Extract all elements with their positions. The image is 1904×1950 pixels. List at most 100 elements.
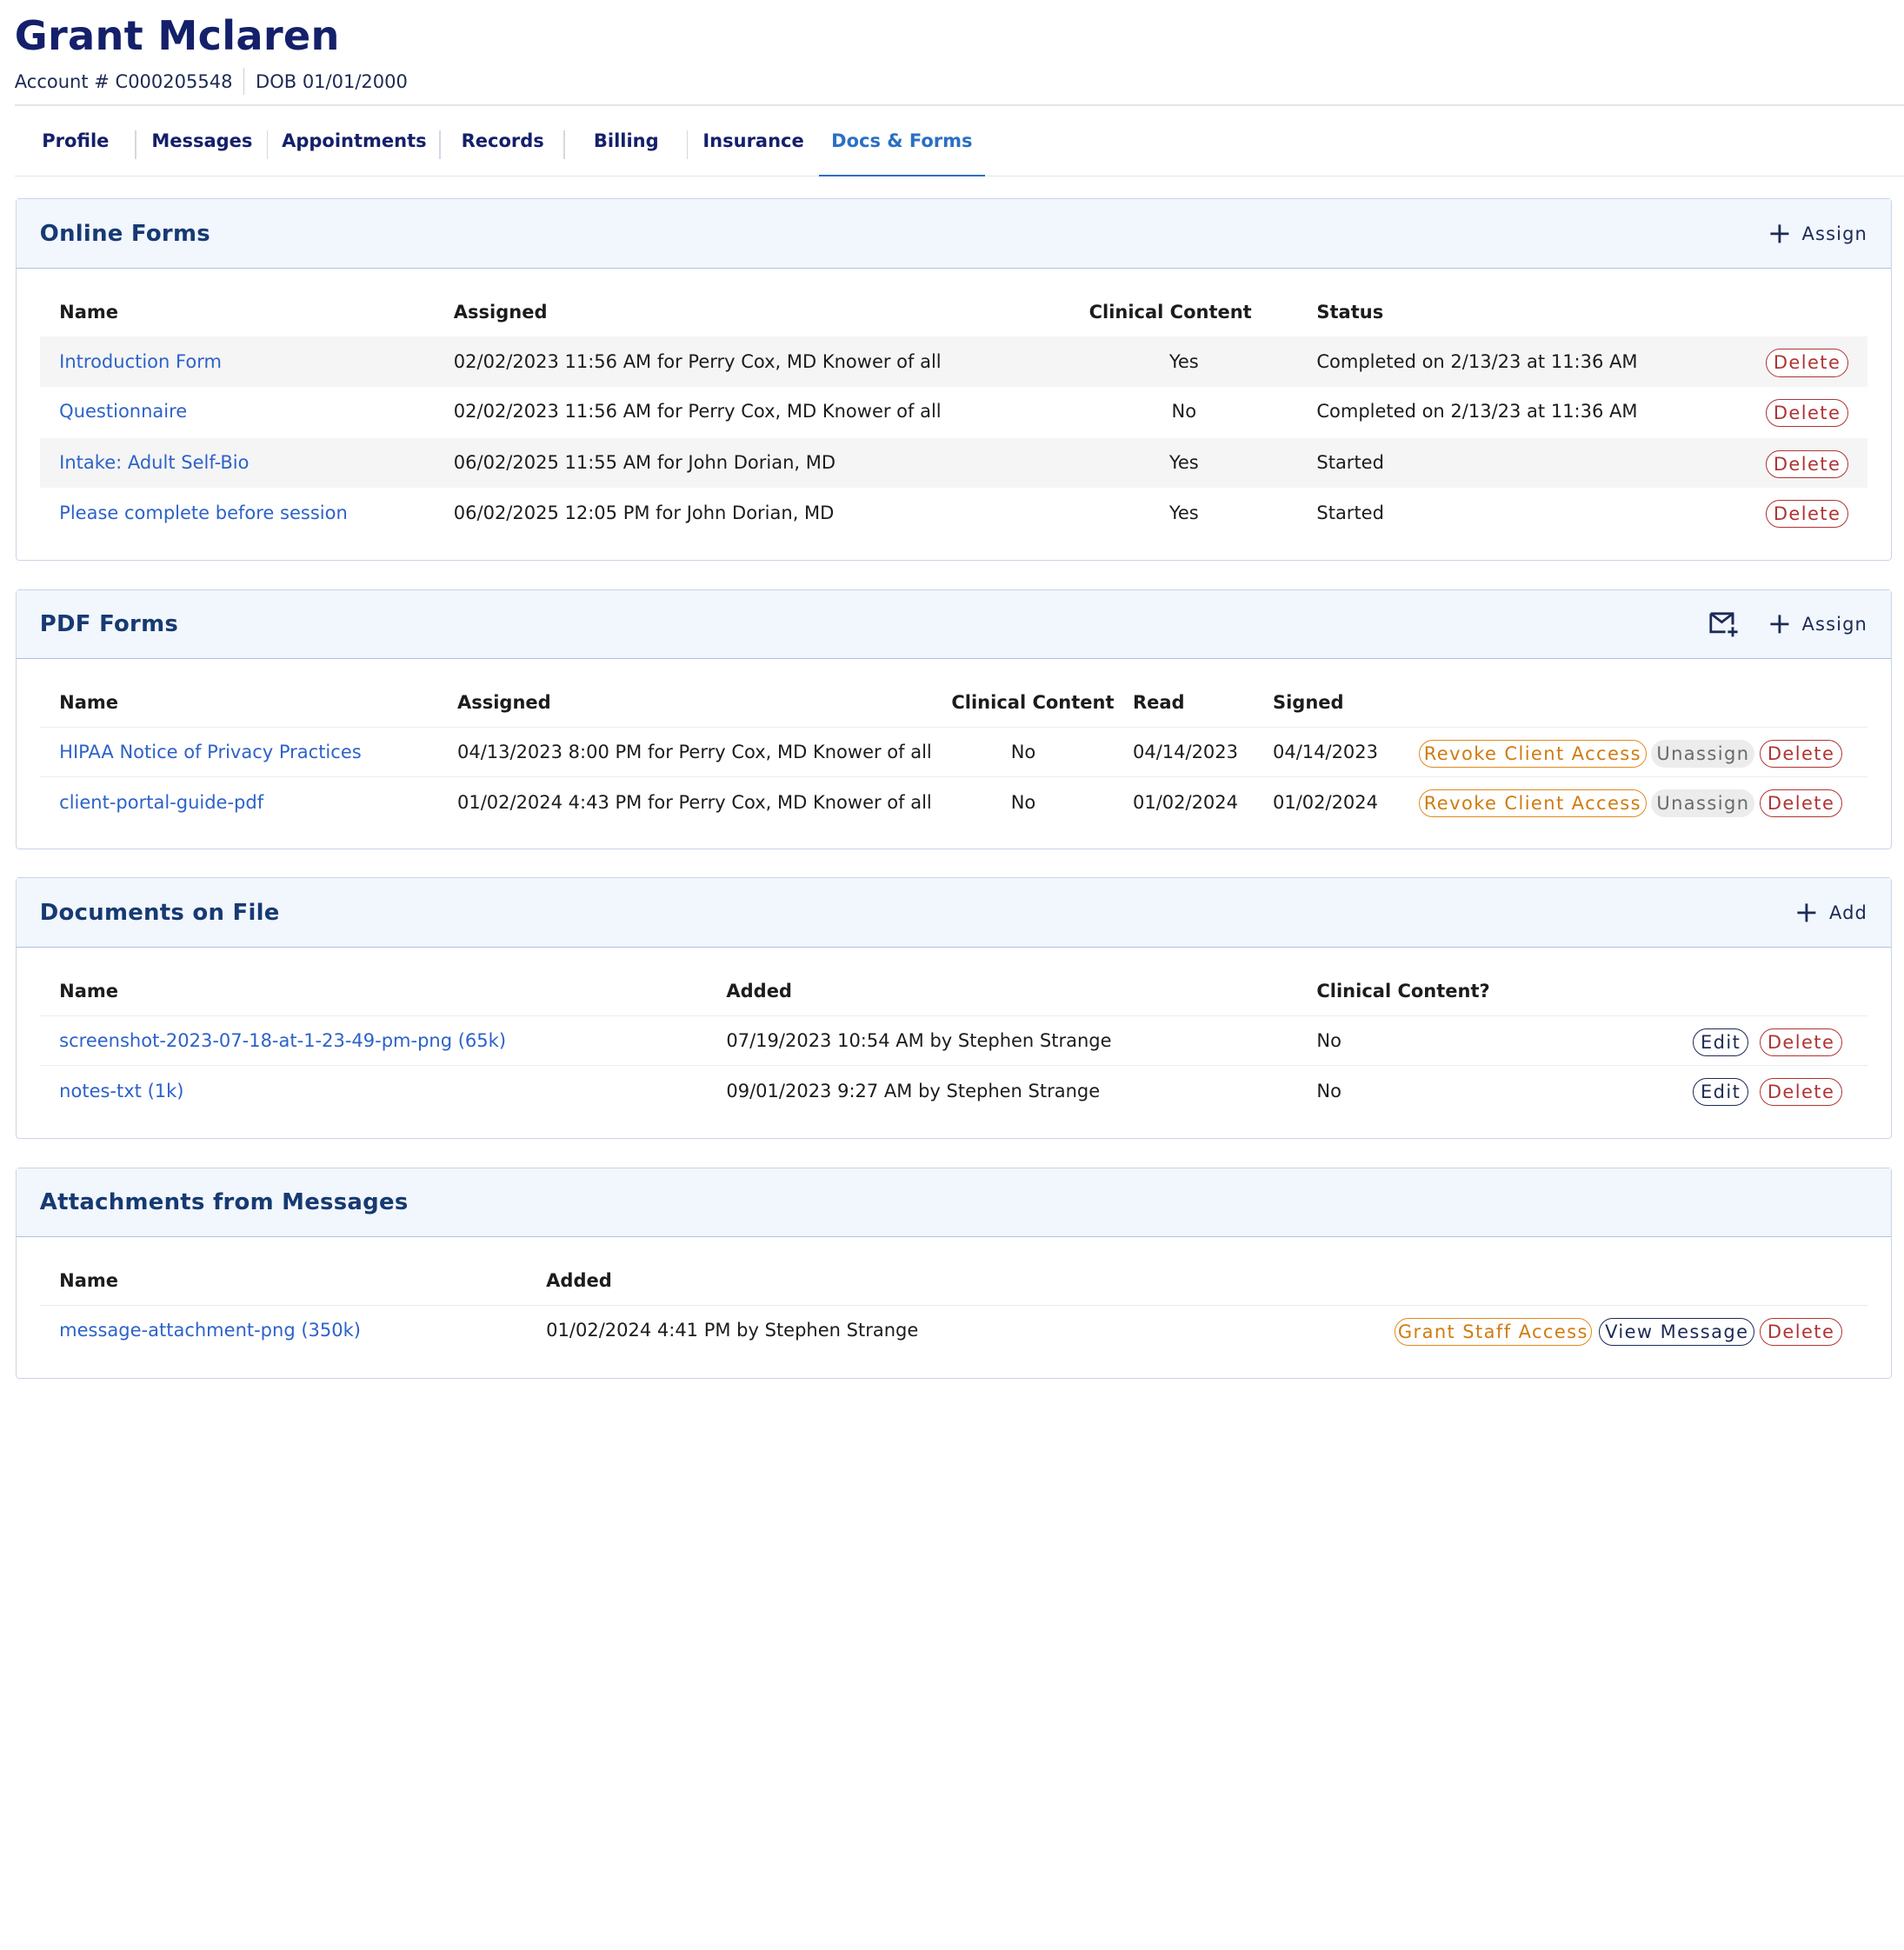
attachments-panel: Attachments from Messages Name Added mes…	[16, 1167, 1892, 1380]
added-cell: 07/19/2023 10:54 AM by Stephen Strange	[726, 1030, 1112, 1052]
col-clinical-content: Clinical Content?	[1316, 980, 1490, 1002]
col-added: Added	[546, 1270, 612, 1292]
edit-button[interactable]: Edit	[1692, 1028, 1749, 1056]
form-name-link[interactable]: client-portal-guide-pdf	[59, 777, 263, 827]
status-cell: Started	[1316, 502, 1384, 523]
plus-icon	[1770, 224, 1789, 243]
delete-button[interactable]: Delete	[1765, 449, 1849, 478]
tab-messages[interactable]: Messages	[136, 106, 268, 176]
tab-appointments[interactable]: Appointments	[268, 106, 441, 176]
col-name: Name	[59, 301, 119, 323]
document-name-link[interactable]: screenshot-2023-07-18-at-1-23-49-pm-png …	[59, 1016, 506, 1066]
table-row: HIPAA Notice of Privacy Practices 04/13/…	[39, 728, 1867, 778]
clinical-cell: Yes	[1168, 452, 1199, 474]
documents-add-button[interactable]: Add	[1796, 902, 1867, 923]
documents-header: Documents on File Add	[17, 878, 1891, 948]
clinical-cell: No	[1171, 401, 1197, 423]
tab-label: Billing	[593, 130, 659, 151]
document-name-link[interactable]: notes-txt (1k)	[59, 1066, 183, 1115]
delete-button[interactable]: Delete	[1765, 499, 1849, 529]
grant-staff-access-button[interactable]: Grant Staff Access	[1394, 1317, 1592, 1346]
tab-label: Profile	[42, 130, 110, 151]
added-cell: 09/01/2023 9:27 AM by Stephen Strange	[726, 1080, 1101, 1101]
attachment-name-link[interactable]: message-attachment-png (350k)	[59, 1306, 361, 1355]
read-cell: 01/02/2024	[1132, 791, 1239, 813]
assigned-cell: 01/02/2024 4:43 PM for Perry Cox, MD Kno…	[456, 791, 932, 813]
pdf-forms-assign-button[interactable]: Assign	[1769, 614, 1867, 635]
table-header-row: Name Assigned Clinical Content Status	[40, 287, 1867, 336]
pdf-forms-header: PDF Forms Assign	[17, 589, 1891, 660]
status-cell: Completed on 2/13/23 at 11:36 AM	[1316, 401, 1638, 423]
col-clinical-content: Clinical Content	[1088, 301, 1252, 323]
tab-label: Appointments	[282, 130, 427, 151]
col-assigned: Assigned	[453, 301, 548, 323]
table-header-row: Name Added	[39, 1255, 1867, 1306]
table-row: client-portal-guide-pdf 01/02/2024 4:43 …	[40, 777, 1867, 827]
table-row: notes-txt (1k) 09/01/2023 9:27 AM by Ste…	[40, 1066, 1867, 1115]
mail-plus-icon	[1709, 611, 1738, 636]
status-cell: Started	[1316, 452, 1384, 474]
col-assigned: Assigned	[456, 692, 551, 714]
online-forms-title: Online Forms	[39, 220, 210, 247]
delete-button[interactable]: Delete	[1765, 398, 1849, 427]
delete-button[interactable]: Delete	[1759, 1077, 1843, 1107]
assigned-cell: 06/02/2025 11:55 AM for John Dorian, MD	[453, 452, 836, 474]
edit-button[interactable]: Edit	[1692, 1077, 1749, 1107]
col-added: Added	[726, 980, 792, 1002]
clinical-cell: Yes	[1168, 502, 1199, 523]
form-name-link[interactable]: Introduction Form	[59, 336, 222, 386]
table-row: Introduction Form 02/02/2023 11:56 AM fo…	[39, 336, 1867, 387]
unassign-button[interactable]: Unassign	[1651, 789, 1755, 818]
assigned-cell: 06/02/2025 12:05 PM for John Dorian, MD	[453, 502, 835, 523]
tab-billing[interactable]: Billing	[565, 106, 688, 176]
clinical-cell: No	[1316, 1030, 1341, 1052]
assign-label: Assign	[1801, 223, 1867, 244]
assigned-cell: 04/13/2023 8:00 PM for Perry Cox, MD Kno…	[456, 742, 932, 763]
add-label: Add	[1828, 902, 1867, 923]
account-number: Account # C000205548	[14, 70, 233, 92]
signed-cell: 04/14/2023	[1272, 742, 1379, 763]
revoke-client-access-button[interactable]: Revoke Client Access	[1418, 789, 1647, 818]
col-name: Name	[59, 692, 119, 714]
delete-button[interactable]: Delete	[1759, 739, 1843, 768]
tab-label: Insurance	[702, 130, 804, 151]
delete-button[interactable]: Delete	[1759, 1317, 1843, 1346]
unassign-button[interactable]: Unassign	[1651, 739, 1755, 768]
send-email-icon[interactable]	[1708, 611, 1740, 638]
attachments-header: Attachments from Messages	[17, 1168, 1891, 1238]
tab-docs-forms[interactable]: Docs & Forms	[819, 106, 985, 177]
pdf-forms-panel: PDF Forms Assign Name Assigned Clinical …	[16, 589, 1892, 850]
documents-panel: Documents on File Add Name Added Clinica…	[16, 877, 1892, 1140]
form-name-link[interactable]: Please complete before session	[59, 488, 348, 537]
plus-icon	[1770, 615, 1789, 634]
tab-label: Messages	[151, 130, 253, 151]
plus-icon	[1797, 903, 1816, 922]
col-name: Name	[59, 1270, 119, 1292]
table-row: Questionnaire 02/02/2023 11:56 AM for Pe…	[40, 387, 1867, 436]
tab-profile[interactable]: Profile	[15, 106, 136, 176]
clinical-cell: No	[1010, 742, 1036, 763]
clinical-cell: Yes	[1168, 351, 1199, 373]
online-forms-header: Online Forms Assign	[17, 199, 1891, 269]
signed-cell: 01/02/2024	[1272, 791, 1379, 813]
date-of-birth: DOB 01/01/2000	[256, 70, 408, 92]
col-signed: Signed	[1272, 692, 1344, 714]
delete-button[interactable]: Delete	[1765, 349, 1849, 377]
form-name-link[interactable]: Intake: Adult Self-Bio	[59, 438, 249, 488]
form-name-link[interactable]: HIPAA Notice of Privacy Practices	[59, 728, 362, 777]
tab-bar: Profile Messages Appointments Records Bi…	[14, 106, 1904, 177]
form-name-link[interactable]: Questionnaire	[59, 387, 187, 436]
view-message-button[interactable]: View Message	[1599, 1317, 1755, 1346]
added-cell: 01/02/2024 4:41 PM by Stephen Strange	[546, 1320, 919, 1341]
pdf-forms-title: PDF Forms	[39, 610, 179, 637]
delete-button[interactable]: Delete	[1759, 789, 1843, 818]
table-row: Intake: Adult Self-Bio 06/02/2025 11:55 …	[39, 437, 1867, 488]
online-forms-assign-button[interactable]: Assign	[1769, 223, 1867, 244]
tab-records[interactable]: Records	[441, 106, 565, 176]
meta-divider	[243, 68, 245, 96]
clinical-cell: No	[1316, 1080, 1341, 1101]
tab-label: Records	[461, 130, 544, 151]
revoke-client-access-button[interactable]: Revoke Client Access	[1418, 739, 1647, 768]
tab-insurance[interactable]: Insurance	[688, 106, 819, 176]
delete-button[interactable]: Delete	[1759, 1028, 1843, 1056]
